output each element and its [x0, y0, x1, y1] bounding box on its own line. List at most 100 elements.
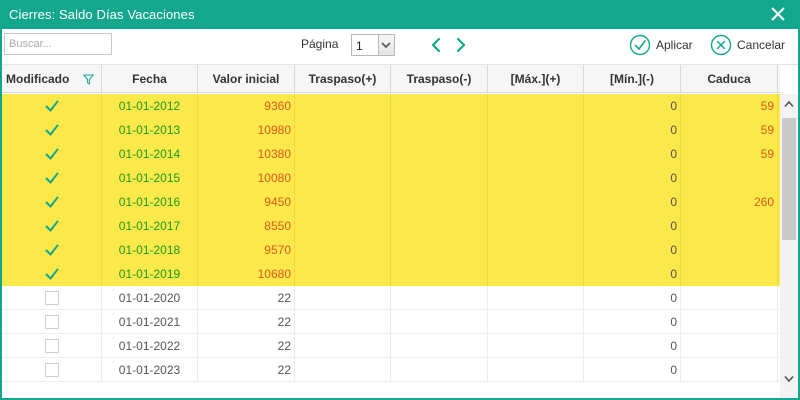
cell-traspaso-menos[interactable]	[391, 166, 488, 190]
cell-valor-inicial[interactable]: 8550	[198, 214, 295, 238]
chevron-left-icon[interactable]	[429, 36, 443, 54]
table-row[interactable]: 01-01-2013 10980 0 59	[2, 118, 780, 142]
checkbox-unchecked[interactable]	[44, 362, 59, 377]
table-row[interactable]: 01-01-2012 9360 0 59	[2, 94, 780, 118]
cell-max-mas[interactable]	[488, 334, 584, 358]
close-icon[interactable]	[770, 6, 786, 22]
cell-traspaso-menos[interactable]	[391, 262, 488, 286]
cell-valor-inicial[interactable]: 22	[198, 310, 295, 334]
cell-valor-inicial[interactable]: 22	[198, 286, 295, 310]
apply-button[interactable]: Aplicar	[629, 33, 693, 57]
cell-max-mas[interactable]	[488, 94, 584, 118]
column-header-traspaso-mas[interactable]: Traspaso(+)	[295, 65, 391, 93]
cell-traspaso-menos[interactable]	[391, 286, 488, 310]
cell-traspaso-menos[interactable]	[391, 358, 488, 382]
cell-caduca[interactable]	[681, 334, 778, 358]
cell-fecha[interactable]: 01-01-2019	[102, 262, 198, 286]
cell-fecha[interactable]: 01-01-2012	[102, 94, 198, 118]
cell-valor-inicial[interactable]: 22	[198, 358, 295, 382]
cell-fecha[interactable]: 01-01-2018	[102, 238, 198, 262]
page-select-dropdown[interactable]	[378, 35, 394, 55]
cell-traspaso-mas[interactable]	[295, 118, 391, 142]
column-header-fecha[interactable]: Fecha	[102, 65, 198, 93]
cell-valor-inicial[interactable]: 10380	[198, 142, 295, 166]
cell-traspaso-menos[interactable]	[391, 334, 488, 358]
cell-fecha[interactable]: 01-01-2016	[102, 190, 198, 214]
cell-traspaso-mas[interactable]	[295, 358, 391, 382]
cell-valor-inicial[interactable]: 22	[198, 334, 295, 358]
column-header-valor-inicial[interactable]: Valor inicial	[198, 65, 295, 93]
cell-caduca[interactable]	[681, 238, 778, 262]
cell-min-menos[interactable]: 0	[584, 118, 681, 142]
vertical-scrollbar[interactable]	[780, 94, 798, 398]
cell-valor-inicial[interactable]: 9570	[198, 238, 295, 262]
column-header-max-mas[interactable]: [Máx.](+)	[488, 65, 584, 93]
cell-valor-inicial[interactable]: 10680	[198, 262, 295, 286]
cell-valor-inicial[interactable]: 9360	[198, 94, 295, 118]
cancel-button[interactable]: Cancelar	[710, 33, 785, 57]
cell-min-menos[interactable]: 0	[584, 358, 681, 382]
cell-max-mas[interactable]	[488, 118, 584, 142]
cell-fecha[interactable]: 01-01-2022	[102, 334, 198, 358]
cell-caduca[interactable]	[681, 358, 778, 382]
cell-max-mas[interactable]	[488, 142, 584, 166]
page-select[interactable]: 1	[351, 34, 395, 56]
cell-min-menos[interactable]: 0	[584, 142, 681, 166]
cell-min-menos[interactable]: 0	[584, 286, 681, 310]
cell-max-mas[interactable]	[488, 166, 584, 190]
cell-traspaso-menos[interactable]	[391, 310, 488, 334]
cell-traspaso-mas[interactable]	[295, 334, 391, 358]
column-header-modificado[interactable]: Modificado	[2, 65, 102, 93]
checkbox-checked-icon[interactable]	[45, 243, 59, 257]
cell-traspaso-mas[interactable]	[295, 238, 391, 262]
table-row[interactable]: 01-01-2022 22 0	[2, 334, 780, 358]
cell-max-mas[interactable]	[488, 286, 584, 310]
cell-max-mas[interactable]	[488, 190, 584, 214]
cell-fecha[interactable]: 01-01-2013	[102, 118, 198, 142]
cell-traspaso-menos[interactable]	[391, 118, 488, 142]
cell-traspaso-mas[interactable]	[295, 310, 391, 334]
cell-traspaso-menos[interactable]	[391, 94, 488, 118]
cell-traspaso-menos[interactable]	[391, 190, 488, 214]
scroll-down-icon[interactable]	[784, 375, 794, 383]
cell-caduca[interactable]	[681, 214, 778, 238]
cell-traspaso-mas[interactable]	[295, 94, 391, 118]
table-row[interactable]: 01-01-2021 22 0	[2, 310, 780, 334]
scrollbar-thumb[interactable]	[782, 118, 796, 240]
checkbox-checked-icon[interactable]	[45, 171, 59, 185]
column-header-traspaso-menos[interactable]: Traspaso(-)	[391, 65, 488, 93]
table-row[interactable]: 01-01-2018 9570 0	[2, 238, 780, 262]
cell-fecha[interactable]: 01-01-2021	[102, 310, 198, 334]
search-input[interactable]	[4, 33, 112, 55]
checkbox-checked-icon[interactable]	[45, 99, 59, 113]
cell-traspaso-menos[interactable]	[391, 238, 488, 262]
cell-caduca[interactable]: 260	[681, 190, 778, 214]
column-header-caduca[interactable]: Caduca	[681, 65, 778, 93]
cell-fecha[interactable]: 01-01-2015	[102, 166, 198, 190]
cell-traspaso-mas[interactable]	[295, 262, 391, 286]
cell-min-menos[interactable]: 0	[584, 94, 681, 118]
cell-caduca[interactable]: 59	[681, 118, 778, 142]
cell-caduca[interactable]: 59	[681, 94, 778, 118]
cell-traspaso-mas[interactable]	[295, 286, 391, 310]
cell-max-mas[interactable]	[488, 262, 584, 286]
cell-traspaso-mas[interactable]	[295, 166, 391, 190]
table-row[interactable]: 01-01-2023 22 0	[2, 358, 780, 382]
checkbox-unchecked[interactable]	[44, 290, 59, 305]
cell-fecha[interactable]: 01-01-2014	[102, 142, 198, 166]
cell-traspaso-menos[interactable]	[391, 214, 488, 238]
table-row[interactable]: 01-01-2017 8550 0	[2, 214, 780, 238]
checkbox-checked-icon[interactable]	[45, 267, 59, 281]
cell-traspaso-mas[interactable]	[295, 190, 391, 214]
cell-min-menos[interactable]: 0	[584, 190, 681, 214]
cell-max-mas[interactable]	[488, 310, 584, 334]
cell-min-menos[interactable]: 0	[584, 310, 681, 334]
cell-caduca[interactable]	[681, 310, 778, 334]
checkbox-checked-icon[interactable]	[45, 147, 59, 161]
cell-valor-inicial[interactable]: 10080	[198, 166, 295, 190]
cell-min-menos[interactable]: 0	[584, 214, 681, 238]
table-row[interactable]: 01-01-2014 10380 0 59	[2, 142, 780, 166]
cell-max-mas[interactable]	[488, 214, 584, 238]
cell-valor-inicial[interactable]: 10980	[198, 118, 295, 142]
cell-caduca[interactable]: 59	[681, 142, 778, 166]
